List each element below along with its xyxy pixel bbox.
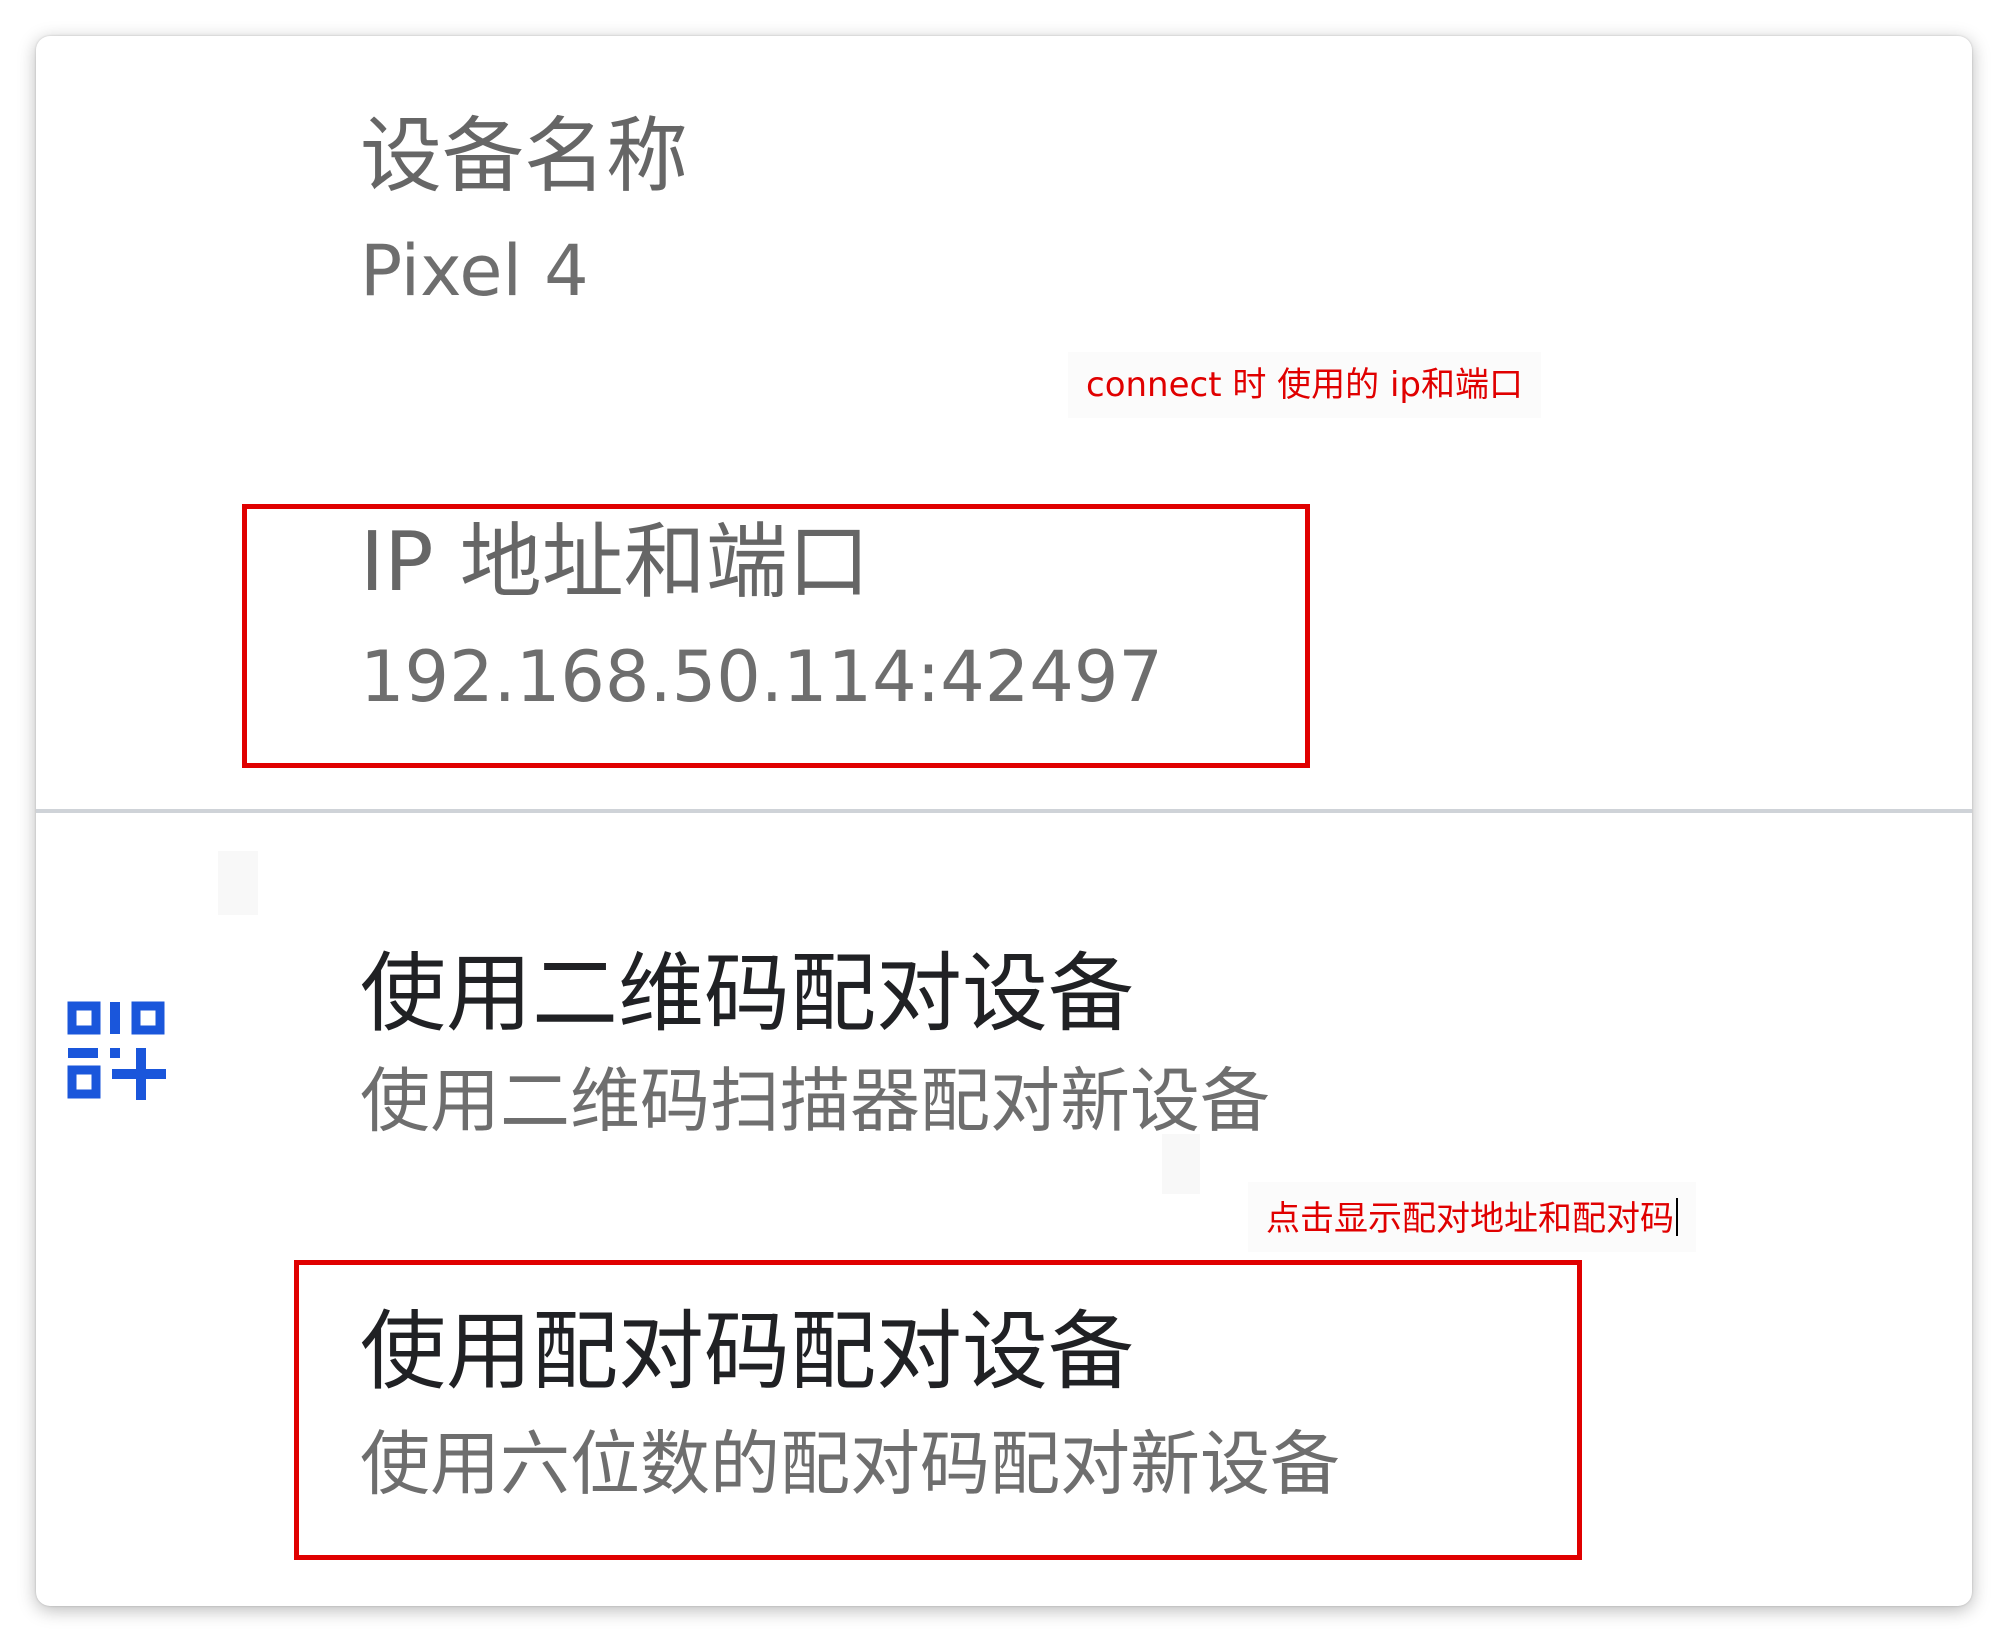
pair-code-row[interactable]: 使用配对码配对设备 使用六位数的配对码配对新设备 — [299, 1265, 1577, 1555]
pair-qr-subtitle: 使用二维码扫描器配对新设备 — [360, 1060, 1270, 1142]
pair-qr-row[interactable]: 使用二维码配对设备 使用二维码扫描器配对新设备 — [36, 906, 1972, 1156]
device-name-label: 设备名称 — [360, 109, 689, 204]
pair-annotation: 点击显示配对地址和配对码 — [1248, 1182, 1696, 1252]
pair-code-title: 使用配对码配对设备 — [360, 1302, 1134, 1402]
qr-code-add-icon — [67, 1001, 166, 1100]
settings-card: 设备名称 Pixel 4 connect 时 使用的 ip和端口 IP 地址和端… — [36, 36, 1972, 1606]
faint-mark — [1162, 1134, 1200, 1194]
ip-port-label: IP 地址和端口 — [360, 515, 870, 610]
pair-qr-title: 使用二维码配对设备 — [360, 944, 1134, 1044]
device-name-value: Pixel 4 — [360, 230, 589, 312]
ip-port-value: 192.168.50.114:42497 — [360, 636, 1163, 718]
section-divider — [36, 809, 1972, 813]
ip-annotation: connect 时 使用的 ip和端口 — [1068, 352, 1541, 418]
pair-code-subtitle: 使用六位数的配对码配对新设备 — [360, 1423, 1340, 1505]
text-caret — [1676, 1198, 1678, 1236]
